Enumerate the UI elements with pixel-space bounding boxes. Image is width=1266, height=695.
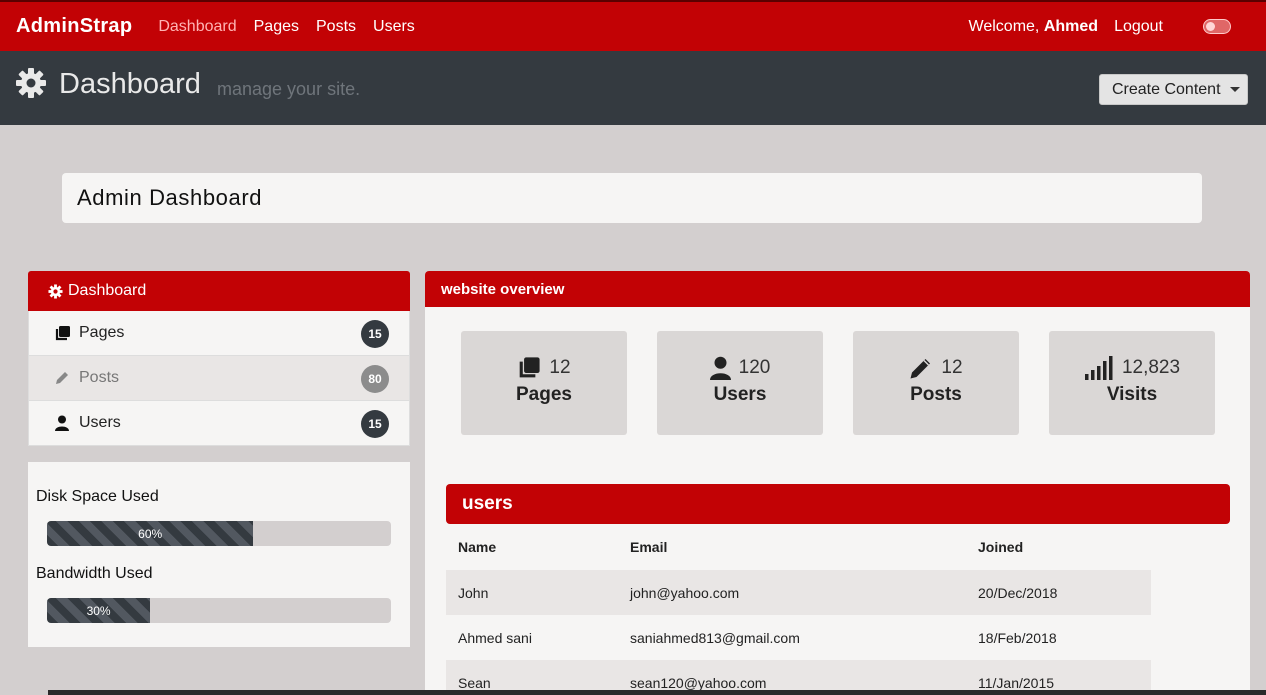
nav-link-dashboard[interactable]: Dashboard: [158, 18, 236, 36]
stat-value: 12: [941, 357, 963, 378]
user-icon: [709, 356, 731, 380]
main-nav: Dashboard Pages Posts Users: [158, 18, 431, 36]
logout-link[interactable]: Logout: [1114, 18, 1163, 36]
user-icon: [53, 414, 71, 432]
stat-card-pages: 12 Pages: [461, 331, 627, 435]
stat-value: 120: [738, 357, 771, 378]
disk-space-progress: 60%: [47, 521, 391, 546]
bandwidth-fill: 30%: [47, 598, 151, 623]
bandwidth-progress: 30%: [47, 598, 391, 623]
pages-icon: [53, 324, 71, 342]
users-section-header: users: [446, 484, 1230, 524]
users-table: Name Email Joined John john@yahoo.com 20…: [446, 524, 1151, 695]
cell-name: John: [446, 570, 618, 615]
sidebar-item-dashboard[interactable]: Dashboard: [28, 271, 410, 311]
sidebar-item-label: Users: [79, 414, 121, 431]
cell-email: john@yahoo.com: [618, 570, 966, 615]
stat-card-users: 120 Users: [657, 331, 823, 435]
sidebar-menu: Dashboard Pages 15 Posts 80 Users 15: [28, 271, 410, 446]
overview-header: website overview: [425, 271, 1250, 307]
pencil-icon: [53, 369, 71, 387]
gear-icon: [48, 283, 63, 299]
sidebar-item-posts[interactable]: Posts 80: [28, 356, 410, 401]
cell-joined: 20/Dec/2018: [966, 570, 1151, 615]
column-header-joined: Joined: [978, 539, 1024, 555]
table-header-row: Name Email Joined: [446, 524, 1151, 570]
table-row: Ahmed sani saniahmed813@gmail.com 18/Feb…: [446, 615, 1151, 660]
stat-value: 12: [549, 357, 571, 378]
gear-icon: [16, 68, 46, 98]
pages-icon: [520, 357, 541, 378]
count-badge: 15: [361, 410, 389, 438]
nav-link-posts[interactable]: Posts: [316, 18, 356, 36]
sidebar-item-users[interactable]: Users 15: [28, 401, 410, 446]
breadcrumb: Admin Dashboard: [62, 173, 1202, 223]
column-header-email: Email: [630, 539, 668, 555]
cell-name: Ahmed sani: [458, 629, 532, 646]
nav-link-pages[interactable]: Pages: [254, 18, 299, 36]
disk-space-fill: 60%: [47, 521, 254, 546]
theme-toggle[interactable]: [1203, 19, 1231, 34]
welcome-text: Welcome, Ahmed: [969, 18, 1099, 36]
usage-panel: Disk Space Used 60% Bandwidth Used 30%: [28, 462, 410, 647]
pencil-icon: [910, 359, 931, 379]
cell-joined: 18/Feb/2018: [978, 629, 1057, 646]
left-edge: [0, 690, 48, 695]
brand-logo[interactable]: AdminStrap: [16, 15, 132, 38]
page-title: Dashboard: [59, 68, 201, 100]
welcome-user: Ahmed: [1043, 17, 1099, 35]
stat-card-visits: 12,823 Visits: [1049, 331, 1215, 435]
stat-label: Visits: [1106, 384, 1158, 405]
nav-right: Welcome, Ahmed Logout: [969, 2, 1266, 51]
page-header: Dashboard manage your site. Create Conte…: [0, 51, 1266, 125]
top-navbar: AdminStrap Dashboard Pages Posts Users W…: [0, 0, 1266, 51]
create-content-button[interactable]: Create Content: [1099, 74, 1248, 105]
table-row: John john@yahoo.com 20/Dec/2018: [446, 570, 1151, 615]
stat-label: Users: [713, 384, 767, 405]
sidebar-item-label: Pages: [79, 324, 125, 341]
welcome-prefix: Welcome,: [968, 17, 1040, 35]
signal-icon: [1084, 356, 1113, 380]
count-badge: 80: [361, 365, 389, 393]
stat-label: Posts: [910, 384, 962, 405]
nav-link-users[interactable]: Users: [373, 18, 415, 36]
stat-label: Pages: [516, 384, 572, 405]
disk-space-label: Disk Space Used: [36, 488, 159, 505]
sidebar-item-label: Posts: [79, 369, 120, 386]
count-badge: 15: [361, 320, 389, 348]
stat-card-posts: 12 Posts: [853, 331, 1019, 435]
cell-email: saniahmed813@gmail.com: [630, 629, 800, 646]
bottom-edge: [48, 690, 1266, 695]
bandwidth-label: Bandwidth Used: [36, 565, 153, 582]
sidebar-header-label: Dashboard: [68, 282, 147, 299]
website-overview-card: website overview 12 Pages 120 Users 12 P…: [425, 271, 1250, 695]
column-header-name: Name: [458, 539, 497, 555]
page-subtitle: manage your site.: [217, 79, 361, 99]
sidebar-item-pages[interactable]: Pages 15: [28, 311, 410, 356]
caret-down-icon: [1229, 87, 1240, 92]
stat-value: 12,823: [1121, 357, 1181, 378]
create-content-label: Create Content: [1112, 80, 1221, 98]
